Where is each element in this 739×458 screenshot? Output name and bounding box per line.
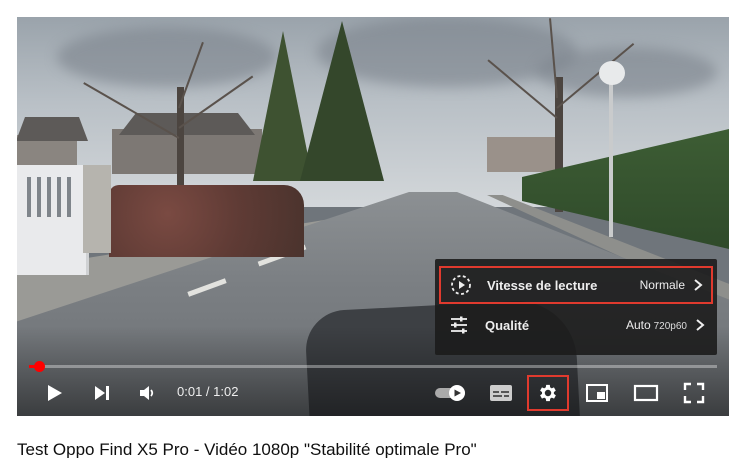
quality-sliders-icon <box>447 313 471 337</box>
subtitles-icon <box>490 385 512 401</box>
menu-item-value: Auto 720p60 <box>625 318 687 332</box>
play-icon <box>48 385 62 401</box>
theater-mode-icon <box>633 384 659 402</box>
miniplayer-button[interactable] <box>579 373 615 413</box>
settings-gear-icon <box>540 384 556 402</box>
settings-menu: Vitesse de lecture Normale Qualité Auto … <box>435 259 717 355</box>
scrubber-handle[interactable] <box>34 361 45 372</box>
settings-button[interactable] <box>527 375 569 411</box>
menu-item-label: Vitesse de lecture <box>487 277 598 293</box>
control-bar: 0:01 / 1:02 <box>17 373 729 413</box>
video-frame <box>17 17 729 416</box>
next-button[interactable] <box>85 373 119 413</box>
video-player[interactable]: Vitesse de lecture Normale Qualité Auto … <box>17 17 729 416</box>
menu-item-label: Qualité <box>485 317 530 333</box>
progress-bar[interactable] <box>29 361 717 372</box>
theater-mode-button[interactable] <box>627 373 665 413</box>
duration: 1:02 <box>213 384 239 399</box>
playback-speed-icon <box>449 273 473 297</box>
volume-icon <box>140 386 154 400</box>
chevron-right-icon <box>696 319 705 331</box>
subtitles-button[interactable] <box>483 373 519 413</box>
menu-item-playback-speed[interactable]: Vitesse de lecture Normale <box>439 266 713 304</box>
quality-resolution: 720p60 <box>653 321 687 332</box>
miniplayer-icon <box>586 384 608 402</box>
play-button[interactable] <box>37 373 71 413</box>
menu-item-value: Normale <box>639 278 685 292</box>
chevron-right-icon <box>694 279 703 291</box>
autoplay-toggle-icon <box>435 385 465 401</box>
menu-item-quality[interactable]: Qualité Auto 720p60 <box>439 306 713 344</box>
next-icon <box>95 386 109 400</box>
current-time: 0:01 <box>177 384 203 399</box>
mute-button[interactable] <box>131 373 163 413</box>
fullscreen-button[interactable] <box>675 373 713 413</box>
time-separator: / <box>202 384 214 399</box>
autoplay-toggle[interactable] <box>431 373 471 413</box>
video-title: Test Oppo Find X5 Pro - Vidéo 1080p "Sta… <box>17 440 477 458</box>
time-display: 0:01 / 1:02 <box>177 384 238 399</box>
fullscreen-icon <box>683 382 705 404</box>
